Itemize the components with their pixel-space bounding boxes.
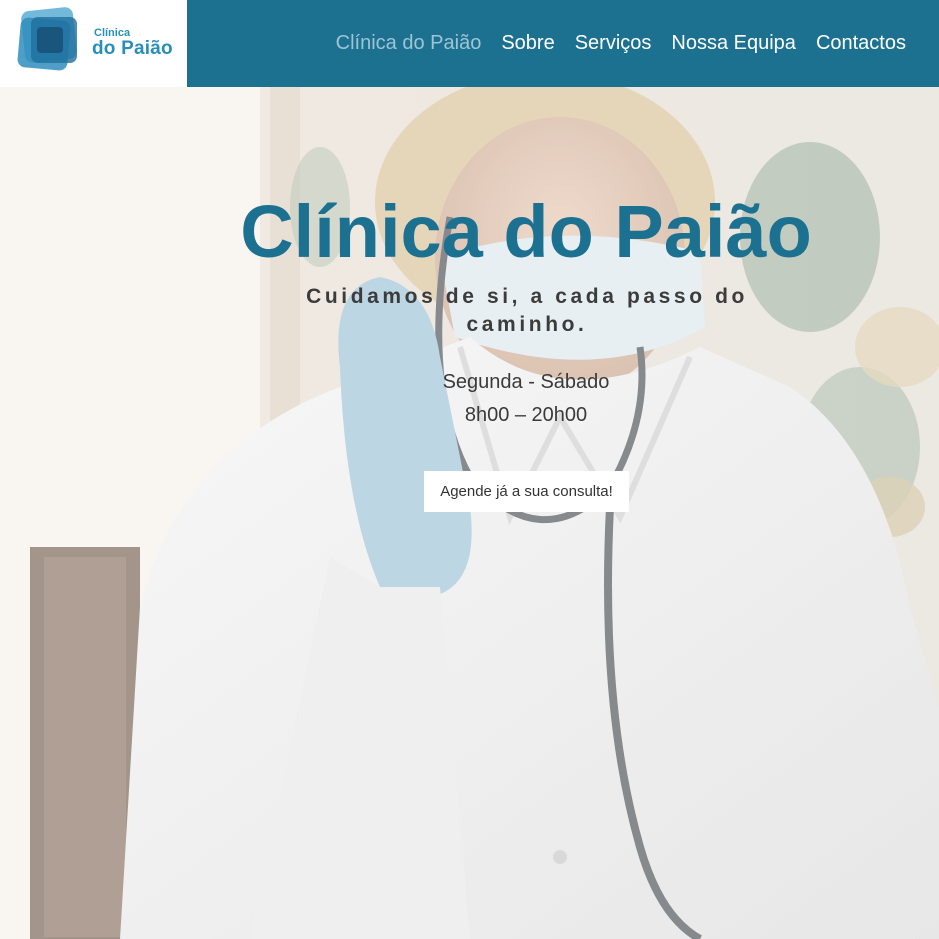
site-header: Clínica do Paião Clínica do Paião Sobre … (0, 0, 939, 87)
hero-tagline: Cuidamos de si, a cada passo do caminho. (306, 285, 748, 336)
nav-item-nossa-equipa[interactable]: Nossa Equipa (671, 32, 796, 55)
book-appointment-button[interactable]: Agende já a sua consulta! (424, 471, 629, 512)
nav-item-contactos[interactable]: Contactos (816, 32, 906, 55)
opening-days: Segunda - Sábado (442, 371, 610, 393)
hero-section: Clínica do Paião Cuidamos de si, a cada … (0, 87, 939, 939)
logo-squares-icon (17, 7, 77, 71)
nav-item-servicos[interactable]: Serviços (575, 32, 652, 55)
main-nav: Clínica do Paião Sobre Serviços Nossa Eq… (336, 0, 906, 87)
nav-item-home[interactable]: Clínica do Paião (336, 32, 482, 55)
page: Clínica do Paião Clínica do Paião Sobre … (0, 0, 939, 939)
logo[interactable]: Clínica do Paião (0, 0, 187, 87)
opening-hours: 8h00 – 20h00 (464, 404, 588, 426)
hero-title: Clínica do Paião (240, 190, 812, 273)
logo-text-line2: do Paião (92, 38, 173, 59)
nav-item-sobre[interactable]: Sobre (501, 32, 554, 55)
